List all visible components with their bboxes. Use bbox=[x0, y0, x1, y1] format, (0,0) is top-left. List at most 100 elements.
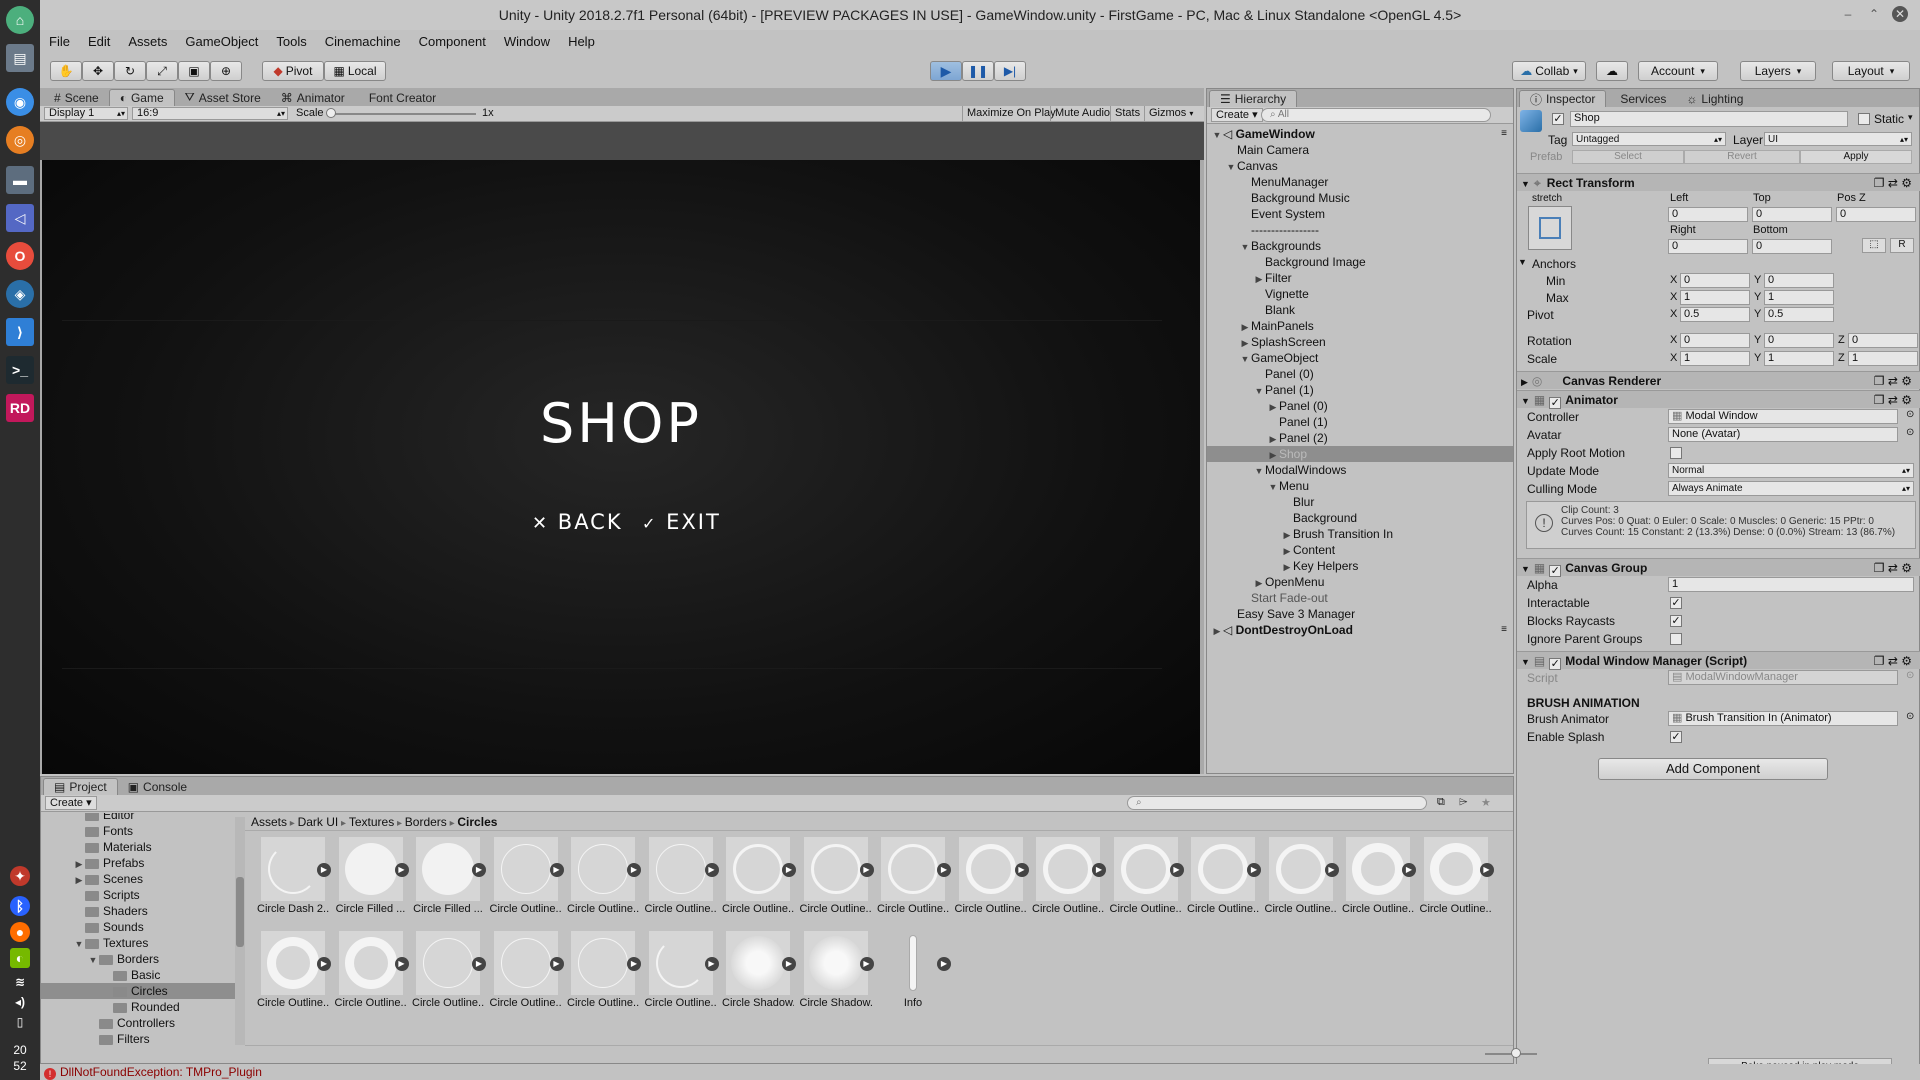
project-search-input[interactable]: ⌕ bbox=[1127, 796, 1427, 810]
scene-menu-icon[interactable]: ≡ bbox=[1501, 622, 1507, 638]
top-field[interactable]: 0 bbox=[1752, 207, 1832, 222]
prefab-select-button[interactable]: Select bbox=[1572, 150, 1684, 164]
menu-item-assets[interactable]: Assets bbox=[119, 34, 176, 49]
gizmos-dropdown[interactable]: Gizmos ▾ bbox=[1144, 106, 1197, 121]
asset-item[interactable]: ▶ Circle Shadow... bbox=[722, 931, 796, 1009]
tab-lighting[interactable]: ☼ Lighting bbox=[1676, 90, 1753, 107]
clipboard-icon[interactable]: ▯ bbox=[10, 1014, 30, 1030]
expand-sprite-icon[interactable]: ▶ bbox=[472, 863, 486, 877]
expand-sprite-icon[interactable]: ▶ bbox=[937, 863, 951, 877]
rect-transform-header[interactable]: ▼ ⌖ Rect Transform ❐ ⇄ ⚙ bbox=[1517, 173, 1920, 191]
anchor-preset-button[interactable] bbox=[1528, 206, 1572, 250]
object-picker-icon[interactable]: ⊙ bbox=[1906, 711, 1914, 722]
hierarchy-item[interactable]: ▼ GameObject bbox=[1207, 350, 1513, 366]
expand-sprite-icon[interactable]: ▶ bbox=[1014, 863, 1029, 877]
expand-sprite-icon[interactable]: ▶ bbox=[317, 957, 331, 971]
interactable-checkbox[interactable]: ✓ bbox=[1670, 597, 1682, 609]
canvas-group-enabled-checkbox[interactable]: ✓ bbox=[1549, 565, 1562, 577]
steam-icon[interactable]: ◈ bbox=[6, 280, 34, 308]
expanded-arrow-icon[interactable]: ▼ bbox=[1267, 479, 1279, 495]
hierarchy-item[interactable]: ▶ OpenMenu bbox=[1207, 574, 1513, 590]
project-folder-item[interactable]: ▶ Scenes bbox=[41, 871, 235, 887]
account-dropdown[interactable]: Account ▾ bbox=[1638, 61, 1718, 81]
scene-menu-icon[interactable]: ≡ bbox=[1501, 126, 1507, 142]
expand-sprite-icon[interactable]: ▶ bbox=[472, 957, 486, 971]
collapsed-arrow-icon[interactable]: ▶ bbox=[1239, 335, 1251, 351]
hierarchy-item[interactable]: ----------------- bbox=[1207, 222, 1513, 238]
component-settings-icon[interactable]: ❐ ⇄ ⚙ bbox=[1874, 652, 1912, 670]
wifi-icon[interactable]: ≋ bbox=[10, 974, 30, 990]
menu-item-edit[interactable]: Edit bbox=[79, 34, 119, 49]
transform-tool-button[interactable]: ⊕ bbox=[210, 61, 242, 81]
scale-slider-handle[interactable] bbox=[326, 108, 336, 118]
prefab-revert-button[interactable]: Revert bbox=[1684, 150, 1800, 164]
local-toggle[interactable]: ▦ Local bbox=[324, 61, 386, 81]
collapsed-arrow-icon[interactable]: ▶ bbox=[1267, 431, 1279, 447]
collapsed-arrow-icon[interactable]: ▶ bbox=[73, 872, 85, 888]
os-menu-icon[interactable]: ⌂ bbox=[6, 6, 34, 34]
asset-item[interactable]: ▶ Info bbox=[877, 931, 951, 1009]
alpha-field[interactable]: 1 bbox=[1668, 577, 1914, 592]
anchor-max-x-field[interactable]: 1 bbox=[1680, 290, 1750, 305]
asset-item[interactable]: ▶ Circle Outline... bbox=[645, 931, 719, 1009]
tab-services[interactable]: Services bbox=[1606, 90, 1676, 107]
hierarchy-item[interactable]: ▶ Brush Transition In bbox=[1207, 526, 1513, 542]
hierarchy-item[interactable]: ▶ Filter bbox=[1207, 270, 1513, 286]
hierarchy-item[interactable]: Background Image bbox=[1207, 254, 1513, 270]
bluetooth-icon[interactable]: ᛒ bbox=[10, 896, 30, 916]
hierarchy-item[interactable]: ▶ Key Helpers bbox=[1207, 558, 1513, 574]
tab-hierarchy[interactable]: ☰ Hierarchy bbox=[1209, 90, 1298, 107]
canvas-group-header[interactable]: ▼ ▦ ✓ Canvas Group ❐ ⇄ ⚙ bbox=[1517, 558, 1920, 577]
hierarchy-item[interactable]: Easy Save 3 Manager bbox=[1207, 606, 1513, 622]
canvas-renderer-header[interactable]: ▶ ◎ Canvas Renderer ❐ ⇄ ⚙ bbox=[1517, 371, 1920, 389]
step-button[interactable]: ▶| bbox=[994, 61, 1026, 81]
project-folder-item[interactable]: Sounds bbox=[41, 919, 235, 935]
tab-font-creator[interactable]: Font Creator bbox=[355, 89, 446, 106]
prefab-apply-button[interactable]: Apply bbox=[1800, 150, 1912, 164]
ignore-parent-groups-checkbox[interactable] bbox=[1670, 633, 1682, 645]
hierarchy-item[interactable]: ▼ Canvas bbox=[1207, 158, 1513, 174]
apply-root-motion-checkbox[interactable] bbox=[1670, 447, 1682, 459]
project-folder-item[interactable]: Scripts bbox=[41, 887, 235, 903]
expand-sprite-icon[interactable]: ▶ bbox=[782, 863, 796, 877]
expand-sprite-icon[interactable]: ▶ bbox=[627, 957, 641, 971]
filter-by-label-icon[interactable]: ⌲ bbox=[1459, 796, 1468, 809]
object-picker-icon[interactable]: ⊙ bbox=[1906, 409, 1914, 420]
hierarchy-item[interactable]: Panel (0) bbox=[1207, 366, 1513, 382]
expanded-arrow-icon[interactable]: ▼ bbox=[1239, 351, 1251, 367]
component-settings-icon[interactable]: ❐ ⇄ ⚙ bbox=[1874, 372, 1912, 390]
expanded-arrow-icon[interactable]: ▼ bbox=[1211, 127, 1223, 143]
project-tree-scrollbar[interactable] bbox=[235, 817, 245, 1045]
expanded-arrow-icon[interactable]: ▼ bbox=[87, 952, 99, 968]
console-error-message[interactable]: DllNotFoundException: TMPro_Plugin bbox=[60, 1065, 262, 1079]
asset-item[interactable]: ▶ Circle Outline... bbox=[800, 837, 874, 915]
project-folder-item[interactable]: Controllers bbox=[41, 1015, 235, 1031]
opera-icon[interactable]: O bbox=[6, 242, 34, 270]
tab-scene[interactable]: # Scene bbox=[44, 89, 109, 106]
tab-console[interactable]: ▣ Console bbox=[118, 778, 197, 795]
volume-icon[interactable]: ◂) bbox=[10, 994, 30, 1010]
blueprint-mode-button[interactable]: ⬚ bbox=[1862, 238, 1886, 253]
active-checkbox[interactable]: ✓ bbox=[1552, 113, 1564, 125]
favorite-star-icon[interactable]: ★ bbox=[1481, 796, 1491, 809]
unity-hub-icon[interactable]: ◁ bbox=[6, 204, 34, 232]
expanded-arrow-icon[interactable]: ▼ bbox=[1253, 383, 1265, 399]
layers-dropdown[interactable]: Layers ▾ bbox=[1740, 61, 1816, 81]
culling-mode-dropdown[interactable]: Always Animate ▴▾ bbox=[1668, 481, 1914, 496]
tab-animator[interactable]: ⌘ Animator bbox=[271, 89, 355, 106]
anchors-expand-icon[interactable]: ▼ bbox=[1518, 257, 1527, 267]
right-field[interactable]: 0 bbox=[1668, 239, 1748, 254]
expand-sprite-icon[interactable]: ▶ bbox=[394, 863, 409, 877]
menu-item-window[interactable]: Window bbox=[495, 34, 559, 49]
expand-sprite-icon[interactable]: ▶ bbox=[1092, 863, 1106, 877]
rotation-x-field[interactable]: 0 bbox=[1680, 333, 1750, 348]
expand-sprite-icon[interactable]: ▶ bbox=[937, 957, 951, 971]
animator-header[interactable]: ▼ ▦ ✓ Animator ❐ ⇄ ⚙ bbox=[1517, 390, 1920, 409]
expand-sprite-icon[interactable]: ▶ bbox=[1402, 863, 1416, 877]
hierarchy-item[interactable]: Vignette bbox=[1207, 286, 1513, 302]
object-picker-icon[interactable]: ⊙ bbox=[1906, 427, 1914, 438]
browser-icon[interactable]: ◉ bbox=[6, 88, 34, 116]
hierarchy-item[interactable]: ▶ ◁ DontDestroyOnLoad ≡ bbox=[1207, 622, 1513, 638]
menu-item-cinemachine[interactable]: Cinemachine bbox=[316, 34, 410, 49]
component-settings-icon[interactable]: ❐ ⇄ ⚙ bbox=[1874, 391, 1912, 409]
